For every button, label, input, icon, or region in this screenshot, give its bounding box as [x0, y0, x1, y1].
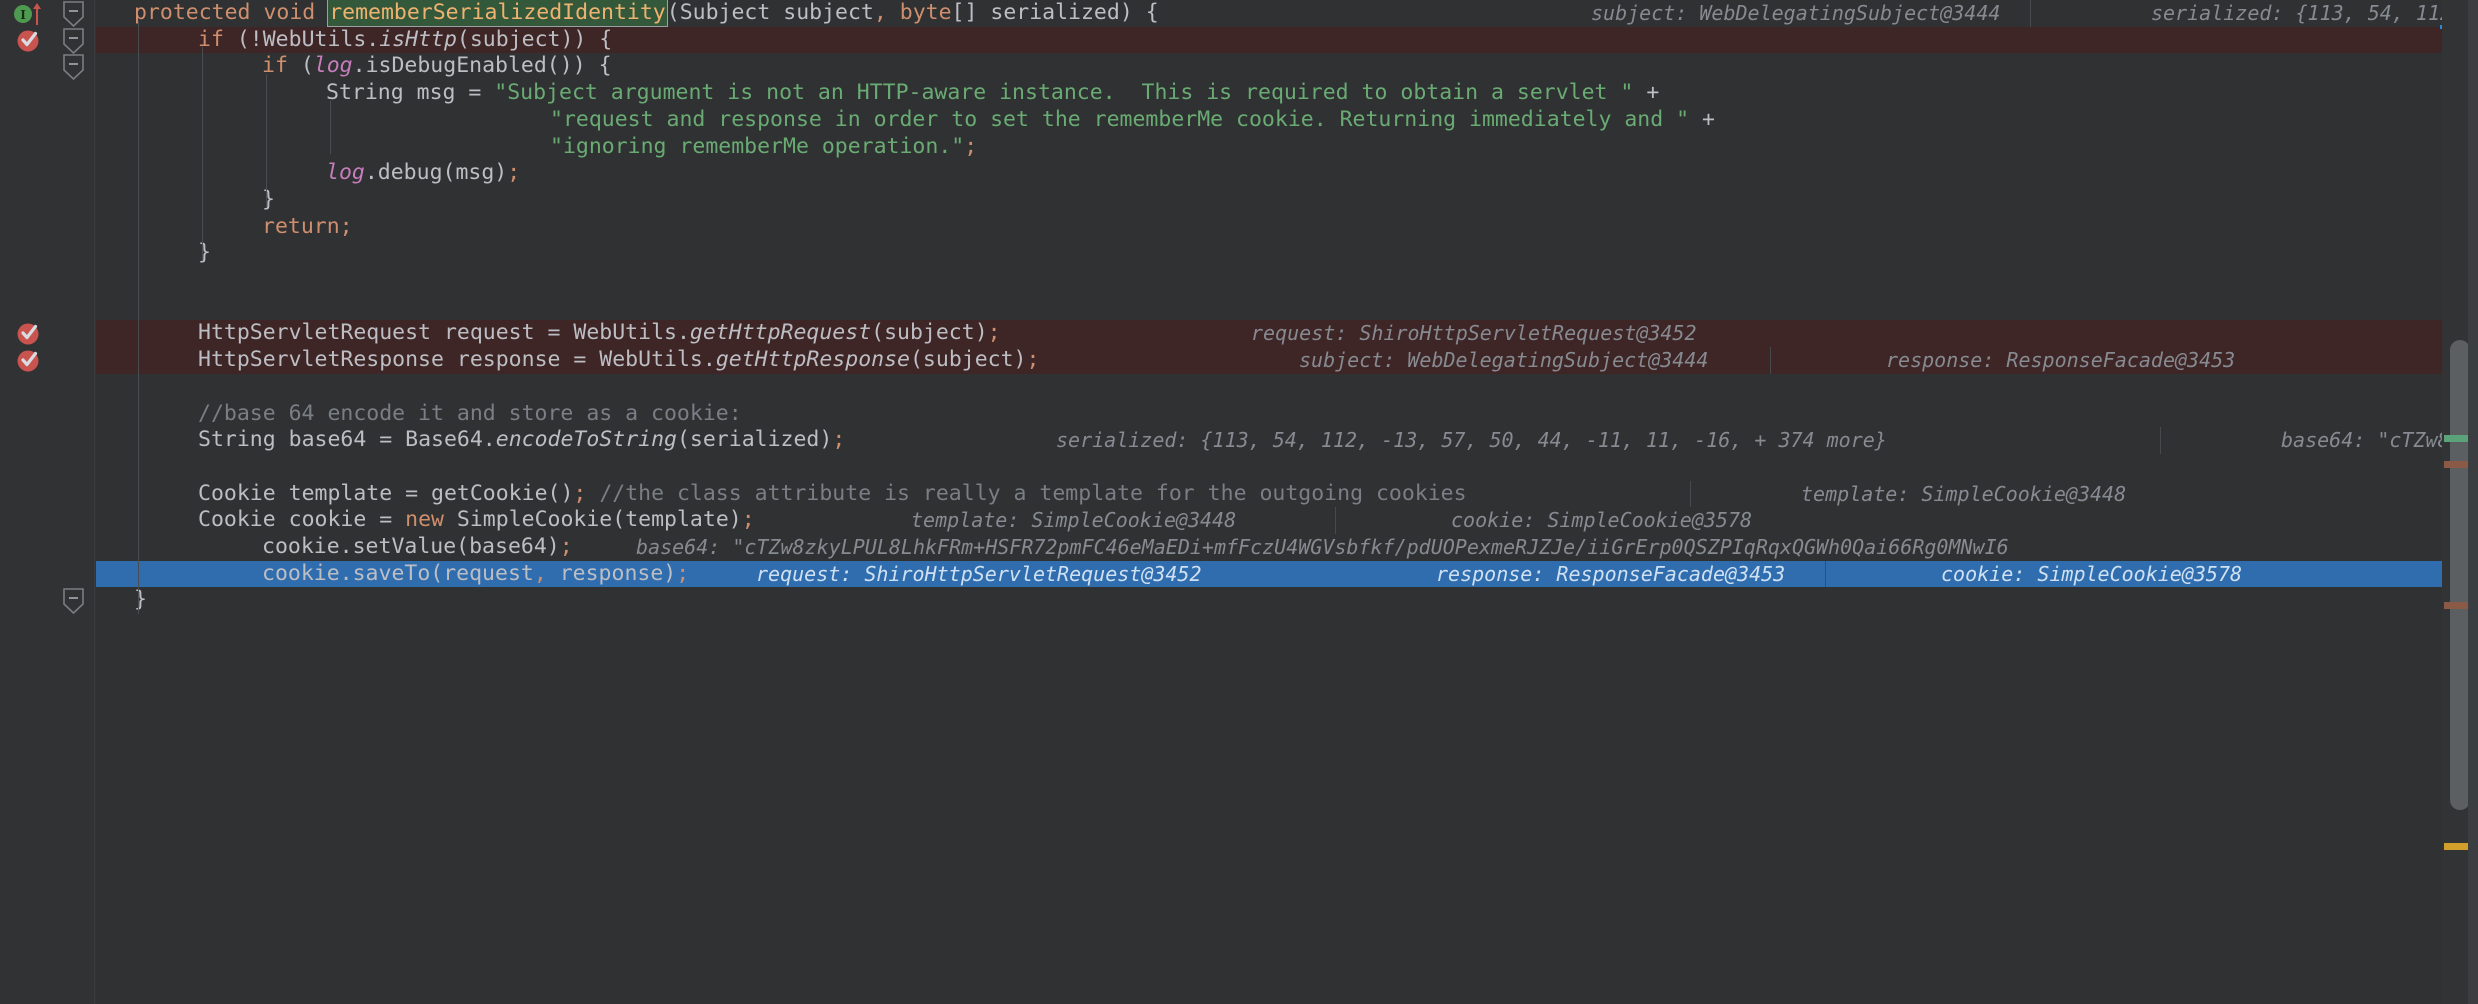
breakpoint-icon[interactable]: [16, 27, 42, 53]
code-line[interactable]: log.debug(msg);: [96, 160, 2478, 187]
inline-hint-text: serialized: {113, 54, 11: [2151, 1, 2440, 25]
inline-hint-text: request: ShiroHttpServletRequest@3452: [1251, 321, 1697, 346]
code-line-text: cookie.saveTo(request, response);: [262, 560, 690, 586]
inline-debugger-hint[interactable]: base64: "cTZw8z: [2281, 427, 2462, 454]
inline-debugger-hint[interactable]: template: SimpleCookie@3448: [1801, 481, 2126, 508]
code-line-text: String base64 = Base64.encodeToString(se…: [198, 427, 846, 453]
inline-debugger-hint[interactable]: serialized: {113, 54, 112: [2151, 0, 2453, 29]
inline-hint-text: cookie: SimpleCookie@3578: [1941, 561, 2243, 586]
code-line-text: cookie.setValue(base64);: [262, 534, 573, 559]
inline-hint-text: base64: "cTZw8z: [2281, 428, 2462, 453]
inline-hint-text: cookie: SimpleCookie@3578: [1451, 508, 1753, 533]
code-line[interactable]: protected void rememberSerializedIdentit…: [96, 0, 2478, 27]
code-line-text: "request and response in order to set th…: [550, 106, 1715, 132]
inline-hint-separator: [2160, 427, 2161, 454]
code-line[interactable]: }: [96, 187, 2478, 214]
indent-guide: [330, 100, 331, 155]
code-line-text: Cookie template = getCookie(); //the cla…: [198, 480, 1467, 506]
code-line[interactable]: return;: [96, 214, 2478, 241]
indent-guide: [138, 20, 139, 615]
code-line-text: if (!WebUtils.isHttp(subject)) {: [198, 26, 613, 52]
inline-debugger-hint[interactable]: response: ResponseFacade@3453: [1886, 347, 2235, 374]
inline-hint-text: serialized: {113, 54, 112, -13, 57, 50, …: [1056, 428, 1887, 453]
code-line-text: Cookie cookie = new SimpleCookie(templat…: [198, 507, 755, 533]
inline-hint-text: base64: "cTZw8zkyLPUL8LhkFRm+HSFR72pmFC4…: [636, 535, 2009, 559]
inline-hint-separator: [1335, 507, 1336, 534]
code-line[interactable]: [96, 267, 2478, 294]
fold-collapse-icon[interactable]: [63, 1, 84, 27]
inline-debugger-hint[interactable]: request: ShiroHttpServletRequest@3452: [1251, 320, 1697, 347]
implements-method-icon[interactable]: I: [12, 1, 52, 29]
code-line-text: if (log.isDebugEnabled()) {: [262, 53, 612, 79]
scrollbar-thumb[interactable]: [2450, 340, 2470, 810]
code-line-text: HttpServletResponse response = WebUtils.…: [198, 347, 1040, 373]
code-editor[interactable]: I protected void rememberSerializedIdent…: [0, 0, 2478, 1004]
svg-text:I: I: [20, 8, 26, 22]
inline-debugger-hint[interactable]: cookie: SimpleCookie@3578: [1941, 561, 2242, 588]
inline-debugger-hint[interactable]: response: ResponseFacade@3453: [1436, 561, 1785, 588]
indent-guide: [266, 74, 267, 208]
inline-hint-text: subject: WebDelegatingSubject@3444: [1299, 348, 1709, 373]
inline-hint-separator: [1825, 560, 1826, 588]
fold-collapse-icon[interactable]: [63, 588, 84, 615]
editor-gutter[interactable]: [0, 0, 96, 1004]
inline-hint-separator: [2030, 0, 2031, 27]
breakpoint-icon[interactable]: [16, 347, 42, 373]
code-line-text: "ignoring rememberMe operation.";: [550, 133, 978, 159]
inline-hint-text: response: ResponseFacade@3453: [1436, 561, 1786, 586]
code-line-text: }: [198, 240, 211, 266]
inline-hint-text: subject: WebDelegatingSubject@3444: [1591, 1, 2001, 25]
indent-guide: [202, 47, 203, 261]
code-line-text: }: [134, 587, 147, 613]
code-line-text: log.debug(msg);: [326, 160, 521, 186]
breakpoint-icon[interactable]: [16, 320, 42, 346]
fold-collapse-icon[interactable]: [63, 54, 84, 81]
code-line[interactable]: }: [96, 240, 2478, 267]
code-text-area[interactable]: protected void rememberSerializedIdentit…: [96, 0, 2478, 1004]
code-line[interactable]: }: [96, 587, 2478, 614]
code-line[interactable]: if (log.isDebugEnabled()) {: [96, 53, 2478, 80]
gutter-separator: [94, 0, 95, 1004]
fold-collapse-icon[interactable]: [63, 27, 84, 54]
code-line-text: protected void rememberSerializedIdentit…: [134, 0, 1159, 27]
code-line[interactable]: "request and response in order to set th…: [96, 107, 2478, 134]
inline-hint-text: response: ResponseFacade@3453: [1886, 348, 2236, 373]
code-line[interactable]: [96, 374, 2478, 401]
code-line[interactable]: if (!WebUtils.isHttp(subject)) {: [96, 27, 2478, 54]
inline-hint-separator: [1770, 347, 1771, 374]
code-line-text: }: [262, 186, 275, 212]
inline-debugger-hint[interactable]: request: ShiroHttpServletRequest@3452: [756, 561, 1202, 588]
inline-debugger-hint[interactable]: template: SimpleCookie@3448: [911, 507, 1236, 534]
code-line[interactable]: Cookie cookie = new SimpleCookie(templat…: [96, 507, 2478, 534]
inline-debugger-hint[interactable]: subject: WebDelegatingSubject@3444: [1299, 347, 1708, 374]
inline-debugger-hint[interactable]: serialized: {113, 54, 112, -13, 57, 50, …: [1056, 427, 1887, 454]
code-line[interactable]: //base 64 encode it and store as a cooki…: [96, 401, 2478, 428]
code-line-text: return;: [262, 213, 353, 239]
code-line[interactable]: String msg = "Subject argument is not an…: [96, 80, 2478, 107]
code-line-text: HttpServletRequest request = WebUtils.ge…: [198, 320, 1001, 346]
code-line-text: //base 64 encode it and store as a cooki…: [198, 400, 742, 426]
inline-debugger-hint[interactable]: subject: WebDelegatingSubject@3444: [1591, 0, 2000, 27]
code-line[interactable]: "ignoring rememberMe operation.";: [96, 134, 2478, 161]
inline-debugger-hint[interactable]: base64: "cTZw8zkyLPUL8LhkFRm+HSFR72pmFC4…: [636, 534, 2009, 561]
inline-hint-separator: [1690, 480, 1691, 508]
inline-hint-text: request: ShiroHttpServletRequest@3452: [756, 561, 1202, 586]
code-line[interactable]: [96, 454, 2478, 481]
inline-hint-text: template: SimpleCookie@3448: [911, 508, 1237, 533]
inline-debugger-hint[interactable]: cookie: SimpleCookie@3578: [1451, 507, 1752, 534]
code-line[interactable]: [96, 294, 2478, 321]
inline-hint-text: template: SimpleCookie@3448: [1801, 481, 2127, 506]
editor-right-edge: [2468, 0, 2478, 1004]
